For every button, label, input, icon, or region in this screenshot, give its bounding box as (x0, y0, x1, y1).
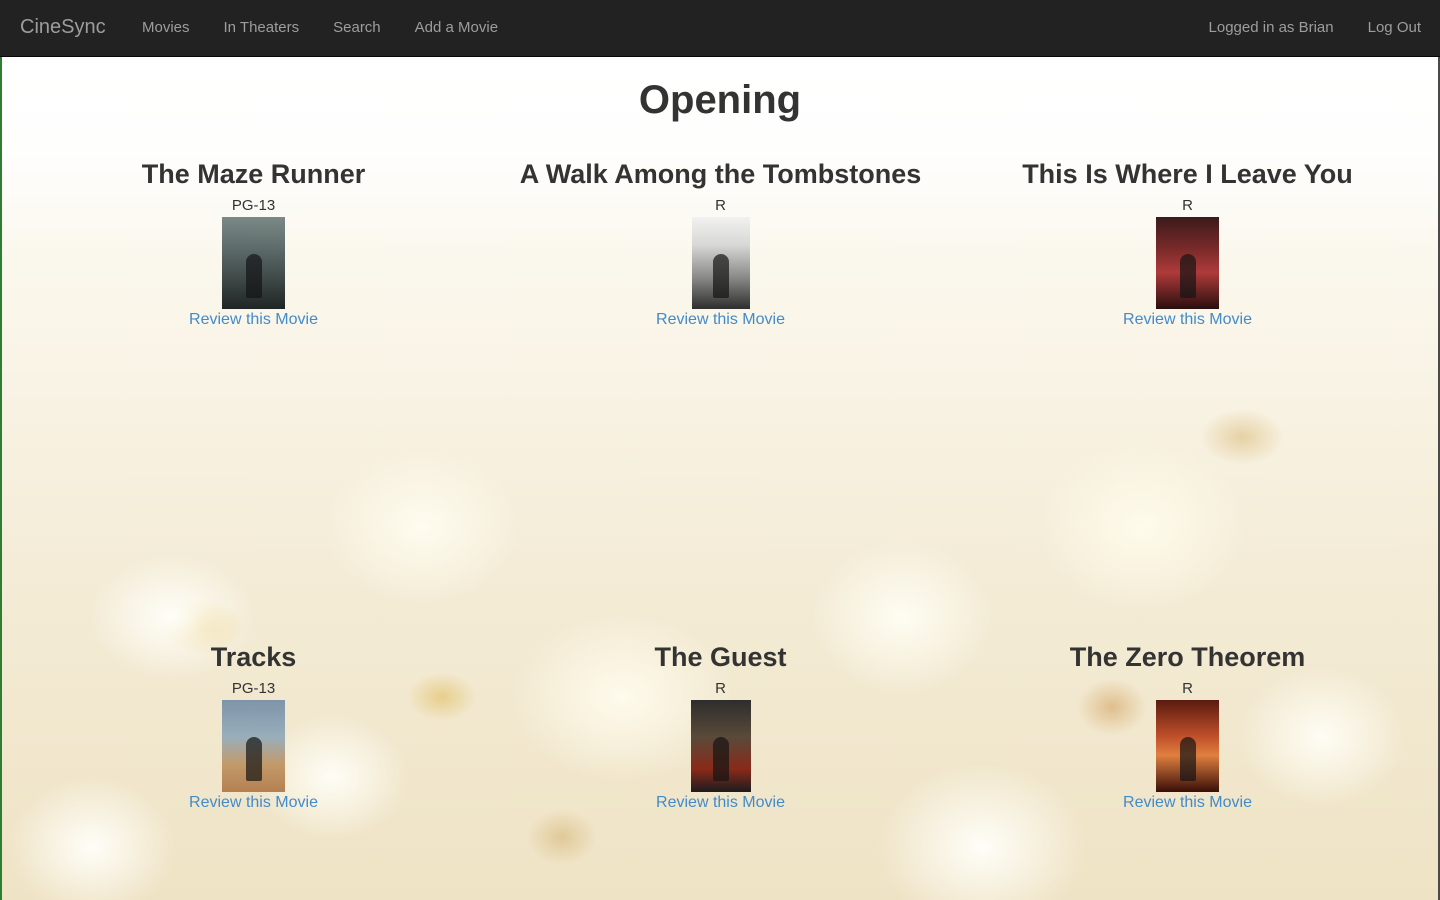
navbar: CineSync Movies In Theaters Search Add a… (0, 0, 1440, 57)
poster-figure-icon (1179, 736, 1196, 781)
poster-figure-icon (712, 736, 729, 781)
movie-poster[interactable] (1156, 217, 1219, 309)
window-left-edge (0, 57, 2, 900)
movie-poster[interactable] (1156, 700, 1219, 792)
movie-title: The Maze Runner (141, 159, 366, 189)
review-movie-link[interactable]: Review this Movie (487, 311, 954, 329)
poster-figure-icon (245, 253, 262, 298)
nav-add-movie[interactable]: Add a Movie (398, 0, 515, 57)
movie-rating: R (1182, 680, 1193, 697)
movie-card: Tracks PG-13 Review this Movie (20, 640, 487, 812)
poster-figure-icon (712, 253, 729, 298)
movie-title: The Zero Theorem (1069, 642, 1306, 672)
movie-rating: PG-13 (231, 197, 276, 214)
movie-title: This Is Where I Leave You (1022, 159, 1353, 189)
nav-user-menu: Logged in as Brian Log Out (1192, 0, 1440, 57)
movie-title: A Walk Among the Tombstones (519, 159, 922, 189)
movie-title: The Guest (654, 642, 787, 672)
page-title: Opening (638, 78, 802, 122)
movie-poster[interactable] (691, 217, 750, 309)
logout-link[interactable]: Log Out (1351, 0, 1440, 57)
movie-card: The Maze Runner PG-13 Review this Movie (20, 157, 487, 329)
nav-search[interactable]: Search (316, 0, 398, 57)
brand-link[interactable]: CineSync (20, 16, 106, 39)
movie-card: A Walk Among the Tombstones R Review thi… (487, 157, 954, 329)
review-movie-link[interactable]: Review this Movie (954, 311, 1421, 329)
logged-in-user[interactable]: Logged in as Brian (1192, 0, 1351, 57)
poster-figure-icon (1179, 253, 1196, 298)
movie-rating: PG-13 (231, 680, 276, 697)
nav-in-theaters[interactable]: In Theaters (207, 0, 317, 57)
movie-rating: R (1182, 197, 1193, 214)
movie-card: The Guest R Review this Movie (487, 640, 954, 812)
nav-movies[interactable]: Movies (125, 0, 207, 57)
review-movie-link[interactable]: Review this Movie (20, 794, 487, 812)
poster-figure-icon (245, 736, 262, 781)
movie-rating: R (715, 197, 726, 214)
movie-poster[interactable] (690, 700, 751, 792)
movie-title: Tracks (210, 642, 297, 672)
movie-card: This Is Where I Leave You R Review this … (954, 157, 1421, 329)
review-movie-link[interactable]: Review this Movie (20, 311, 487, 329)
movie-card: The Zero Theorem R Review this Movie (954, 640, 1421, 812)
movie-poster[interactable] (222, 700, 285, 792)
movie-rating: R (715, 680, 726, 697)
review-movie-link[interactable]: Review this Movie (954, 794, 1421, 812)
nav-menu: Movies In Theaters Search Add a Movie (125, 0, 515, 57)
review-movie-link[interactable]: Review this Movie (487, 794, 954, 812)
movie-poster[interactable] (222, 217, 285, 309)
